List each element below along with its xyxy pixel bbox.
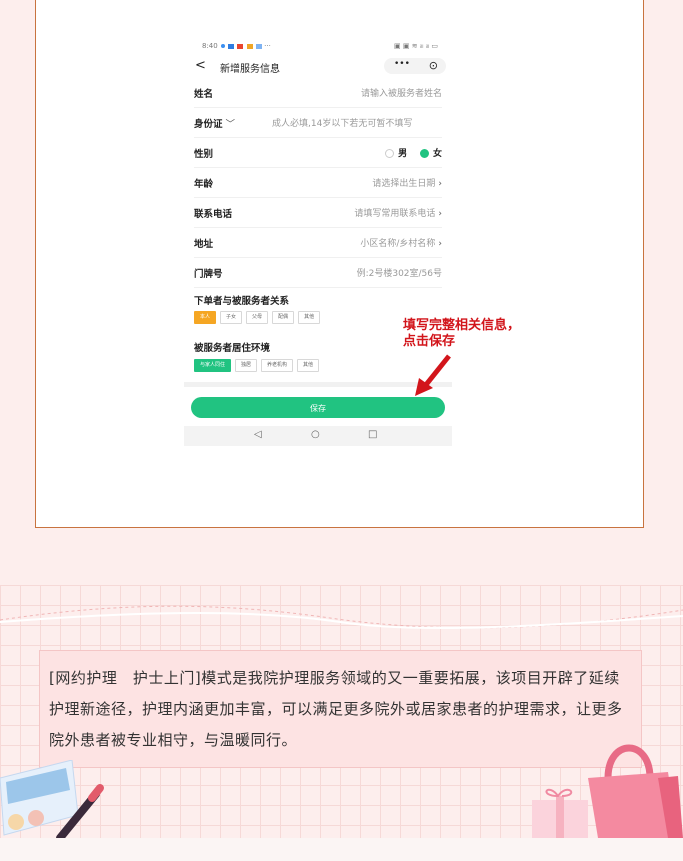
gift-bag-icon: [532, 744, 683, 838]
screenshot-frame: 8:40 ··· ▣ ▣ ≋ ᵢₗₗ ᵢₗₗ ▭ < 新增服务信息 ••• ⊙ …: [35, 0, 644, 528]
relation-tag[interactable]: 配偶: [272, 311, 295, 324]
phone-input[interactable]: 请填写常用联系电话 ›: [354, 206, 442, 219]
app-icon: [246, 43, 253, 49]
door-input[interactable]: 例:2号楼302室/56号: [357, 266, 442, 279]
age-row[interactable]: 年龄 请选择出生日期 ›: [194, 168, 442, 198]
gender-row: 性别 男 女: [194, 138, 442, 168]
relation-tag[interactable]: 其他: [298, 311, 321, 324]
living-tag[interactable]: 独居: [235, 359, 258, 372]
chevron-down-icon: ﹀: [225, 119, 236, 130]
status-time: 8:40: [202, 42, 218, 50]
annotation-line-1: 填写完整相关信息，: [403, 318, 521, 333]
id-card-row[interactable]: 身份证 ﹀ 成人必填,14岁以下若无可暂不填写: [194, 108, 442, 138]
nav-back-icon[interactable]: ◁: [254, 429, 262, 440]
bottom-strip: [0, 838, 683, 861]
door-label: 门牌号: [194, 269, 223, 280]
gender-options: 男 女: [385, 146, 442, 159]
annotation-line-2: 点击保存: [403, 334, 456, 349]
address-label: 地址: [194, 239, 214, 250]
radio-female[interactable]: [419, 149, 429, 158]
radio-male[interactable]: [385, 149, 395, 158]
relation-tag[interactable]: 子女: [220, 311, 243, 324]
mini-program-capsule: ••• ⊙: [384, 58, 446, 74]
living-tag[interactable]: 与家人同住: [194, 359, 232, 372]
wave-divider: [0, 605, 683, 630]
name-label: 姓名: [194, 89, 214, 100]
nav-home-icon[interactable]: ○: [311, 429, 320, 440]
notification-icon: [220, 44, 225, 48]
id-card-label[interactable]: 身份证 ﹀: [194, 116, 235, 130]
relation-tag[interactable]: 本人: [194, 311, 217, 324]
living-tag[interactable]: 养老机构: [261, 359, 294, 372]
system-nav-bar: ◁ ○ □: [184, 426, 452, 446]
age-picker[interactable]: 请选择出生日期 ›: [372, 176, 442, 189]
living-tags: 与家人同住 独居 养老机构 其他: [194, 359, 323, 372]
nav-bar: < 新增服务信息 ••• ⊙: [192, 58, 446, 76]
chevron-right-icon: ›: [438, 239, 442, 249]
name-input[interactable]: 请输入被服务者姓名: [361, 86, 442, 99]
relation-tag[interactable]: 父母: [246, 311, 269, 324]
app-icon: [228, 43, 235, 49]
divider: [184, 382, 452, 387]
app-icon: [255, 43, 262, 49]
id-card-input[interactable]: 成人必填,14岁以下若无可暂不填写: [272, 116, 452, 129]
makeup-palette-icon: [0, 760, 104, 840]
living-tag[interactable]: 其他: [297, 359, 320, 372]
app-icon: [237, 43, 244, 49]
living-title: 被服务者居住环境: [194, 343, 271, 354]
red-arrow-icon: [415, 354, 451, 396]
save-button[interactable]: 保存: [191, 397, 445, 418]
status-more: ···: [264, 42, 271, 50]
gender-label: 性别: [194, 149, 214, 160]
chevron-right-icon: ›: [438, 209, 442, 219]
gender-male-label[interactable]: 男: [398, 149, 407, 159]
annotation-text: 填写完整相关信息， 点击保存: [403, 318, 553, 350]
nav-recent-icon[interactable]: □: [368, 429, 377, 440]
relation-title: 下单者与被服务者关系: [194, 296, 290, 307]
phone-row[interactable]: 联系电话 请填写常用联系电话 ›: [194, 198, 442, 228]
name-row[interactable]: 姓名 请输入被服务者姓名: [194, 78, 442, 108]
back-icon[interactable]: <: [195, 58, 206, 73]
phone-label: 联系电话: [194, 209, 233, 220]
door-row[interactable]: 门牌号 例:2号楼302室/56号: [194, 258, 442, 288]
gender-female-label[interactable]: 女: [433, 149, 442, 159]
relation-tags: 本人 子女 父母 配偶 其他: [194, 311, 324, 324]
chevron-right-icon: ›: [438, 179, 442, 189]
signal-battery-icon: ▣ ▣ ≋ ᵢₗₗ ᵢₗₗ ▭: [394, 42, 438, 50]
address-picker[interactable]: 小区名称/乡村名称 ›: [360, 236, 442, 249]
address-row[interactable]: 地址 小区名称/乡村名称 ›: [194, 228, 442, 258]
close-target-icon[interactable]: ⊙: [429, 59, 438, 72]
age-label: 年龄: [194, 179, 214, 190]
phone-screenshot: 8:40 ··· ▣ ▣ ≋ ᵢₗₗ ᵢₗₗ ▭ < 新增服务信息 ••• ⊙ …: [184, 38, 452, 446]
status-bar: 8:40 ··· ▣ ▣ ≋ ᵢₗₗ ᵢₗₗ ▭: [202, 42, 438, 54]
more-icon[interactable]: •••: [394, 59, 410, 69]
page-title: 新增服务信息: [220, 64, 280, 75]
